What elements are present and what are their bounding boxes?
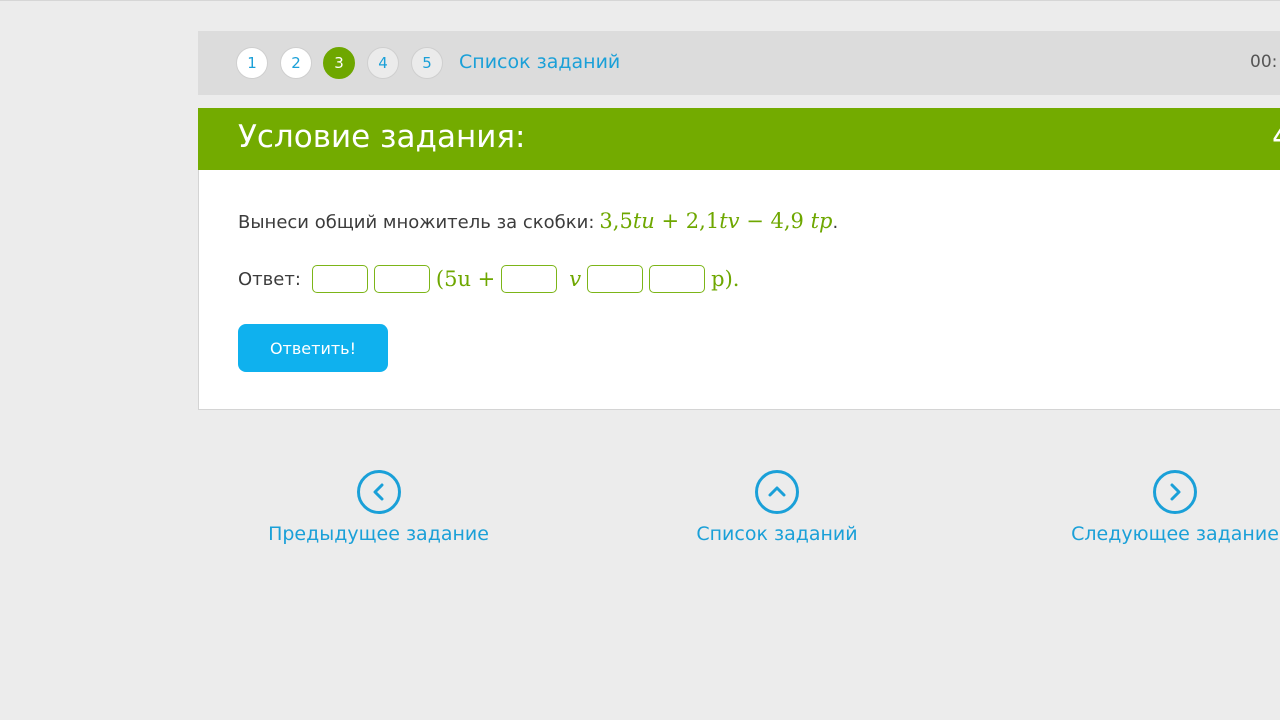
answer-variable-v: v [569,267,582,291]
answer-expression-close: p). [711,267,740,291]
timer: 00: [1250,52,1278,72]
expression: 3,5tu + 2,1tv − 4,9 tp [599,209,832,233]
answer-label: Ответ: [238,268,301,290]
step-2-label: 2 [291,54,301,72]
task-card: Вынеси общий множитель за скобки: 3,5tu … [198,170,1280,410]
term3-coefficient: 4,9 [770,209,804,233]
task-list-bottom-link[interactable]: Список заданий [696,470,858,545]
step-4-button[interactable]: 4 [367,47,399,79]
statement-period: . [832,212,839,233]
task-header: Условие задания: 4 [198,108,1280,170]
previous-task-link[interactable]: Предыдущее задание [268,470,489,545]
task-navigation-bar: 1 2 3 4 5 Список заданий 00: [198,31,1280,95]
statement-text: Вынеси общий множитель за скобки: [238,212,595,233]
task-header-title: Условие задания: [238,119,526,155]
next-task-label[interactable]: Следующее задание [1071,523,1279,545]
step-1-label: 1 [247,54,257,72]
submit-answer-button[interactable]: Ответить! [238,324,388,372]
term1-coefficient: 3,5 [599,209,633,233]
chevron-left-icon[interactable] [356,470,401,514]
term3-variables: tp [810,209,833,233]
answer-input-3[interactable] [501,265,558,293]
answer-input-4[interactable] [587,265,644,293]
step-4-label: 4 [378,54,388,72]
step-3-button[interactable]: 3 [323,47,355,79]
previous-task-label[interactable]: Предыдущее задание [268,523,489,545]
step-5-label: 5 [422,54,432,72]
task-statement: Вынеси общий множитель за скобки: 3,5tu … [238,209,838,233]
chevron-right-icon[interactable] [1153,470,1197,514]
step-3-label: 3 [334,54,344,72]
operator-plus: + [661,209,680,233]
top-divider [0,0,1280,1]
answer-input-5[interactable] [649,265,706,293]
step-5-button[interactable]: 5 [411,47,443,79]
term2-variables: tv [719,209,740,233]
answer-row: Ответ: (5u + v p). [238,263,739,295]
next-task-link[interactable]: Следующее задание [1071,470,1279,545]
task-list-bottom-label[interactable]: Список заданий [696,523,857,545]
answer-input-1[interactable] [311,265,368,293]
step-2-button[interactable]: 2 [280,47,312,79]
step-1-button[interactable]: 1 [236,47,268,79]
operator-minus: − [746,209,764,233]
task-list-link[interactable]: Список заданий [459,51,620,73]
answer-expression-open: (5u + [435,267,496,291]
term2-coefficient: 2,1 [685,209,720,233]
chevron-up-icon[interactable] [755,470,799,514]
answer-input-2[interactable] [373,265,430,293]
term1-variables: tu [632,209,655,233]
task-points-fragment: 4 [1272,119,1280,155]
